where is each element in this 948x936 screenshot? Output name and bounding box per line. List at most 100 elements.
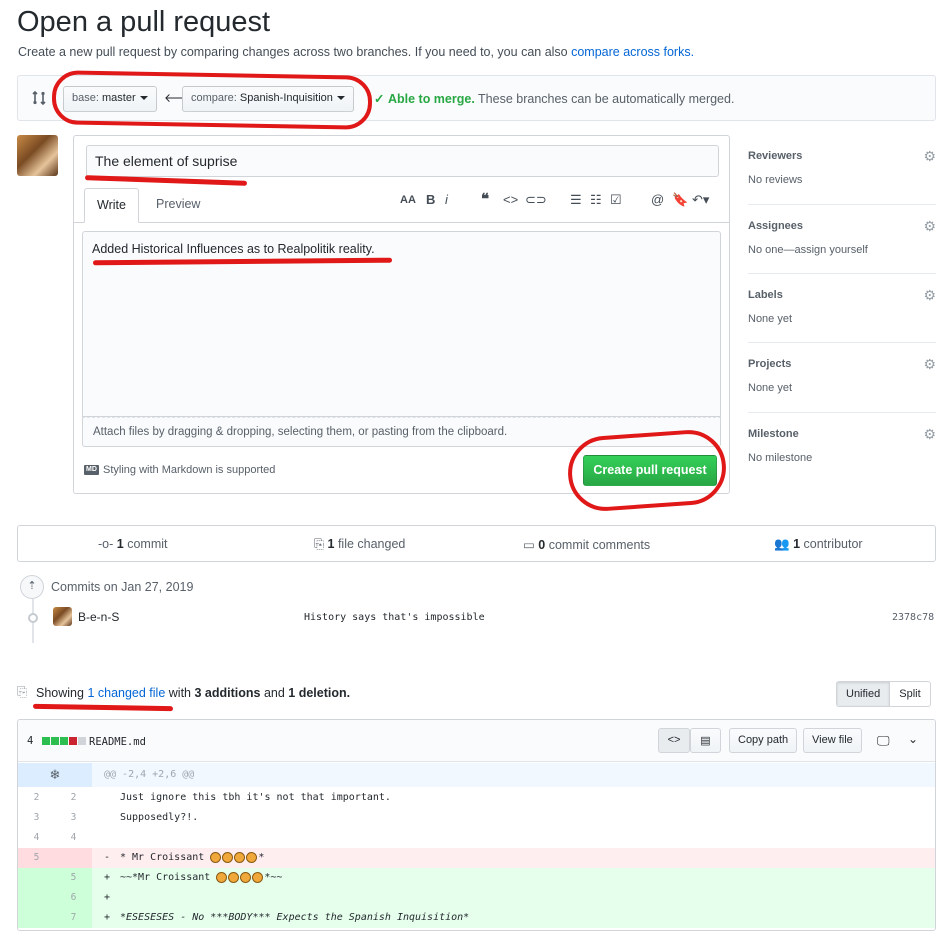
croissant-emoji-icon xyxy=(240,871,252,883)
quote-icon[interactable]: ❝ xyxy=(481,190,489,208)
line-sign: + xyxy=(104,892,111,903)
new-line-number[interactable]: 4 xyxy=(55,828,92,848)
old-line-number[interactable]: 3 xyxy=(18,808,55,828)
avatar[interactable] xyxy=(17,135,58,176)
diff-stat-add xyxy=(51,737,59,745)
diff-line-added: 5 + ~~*Mr Croissant *~~ xyxy=(18,868,935,888)
merge-text: These branches can be automatically merg… xyxy=(478,92,735,106)
diff-stat-delete xyxy=(69,737,77,745)
commit-message[interactable]: History says that's impossible xyxy=(304,612,485,623)
new-line-number[interactable]: 7 xyxy=(55,908,92,928)
reply-icon[interactable]: ↶▾ xyxy=(692,192,709,208)
page-subtitle: Create a new pull request by comparing c… xyxy=(18,45,694,59)
commit-sha[interactable]: 2378c78 xyxy=(892,612,934,623)
old-line-number[interactable]: 4 xyxy=(18,828,55,848)
commits-count: 1 xyxy=(116,537,124,551)
bold-icon[interactable]: B xyxy=(426,192,435,207)
new-line-number[interactable]: 2 xyxy=(55,788,92,808)
sidebar-heading: Milestone xyxy=(748,428,799,440)
italic-icon[interactable]: i xyxy=(445,192,448,207)
diff-line-added: 7 + *ESESESES - No ***BODY*** Expects the … xyxy=(18,908,935,928)
page-title: Open a pull request xyxy=(17,6,271,38)
sidebar-value: No milestone xyxy=(748,452,813,464)
annotation-underline-changed-file xyxy=(32,703,174,712)
files-count: 1 xyxy=(327,537,335,551)
numbered-list-icon[interactable]: ☷ xyxy=(590,192,602,208)
file-header: 4 README.md <> ▤ Copy path View file 🖵 ⌄ xyxy=(18,720,935,762)
desktop-icon[interactable]: 🖵 xyxy=(877,733,890,749)
sidebar-labels[interactable]: Labels None yet ⚙ xyxy=(748,287,936,343)
rich-view-icon[interactable]: ▤ xyxy=(690,728,721,753)
and-text: and xyxy=(263,686,285,700)
new-line-number[interactable]: 5 xyxy=(55,868,92,888)
file-diff-icon: ⎘ xyxy=(17,684,28,699)
comment-icon: ▭ xyxy=(523,538,535,552)
bullet-list-icon[interactable]: ☰ xyxy=(570,192,582,208)
sidebar-heading: Assignees xyxy=(748,220,804,232)
expand-icon[interactable]: ❄ xyxy=(18,763,92,787)
copy-path-button[interactable]: Copy path xyxy=(729,728,798,753)
files-tab[interactable]: ⎘ 1 file changed xyxy=(314,537,405,552)
commits-tab[interactable]: -o- 1 commit xyxy=(98,537,167,551)
compare-arrows-icon xyxy=(32,90,46,106)
new-line-number[interactable]: 3 xyxy=(55,808,92,828)
comments-count: 0 xyxy=(538,538,546,552)
code-icon[interactable]: <> xyxy=(503,192,518,207)
old-line-number[interactable]: 2 xyxy=(18,788,55,808)
unified-button[interactable]: Unified xyxy=(837,682,891,706)
markdown-icon: MD xyxy=(84,465,99,476)
merge-status: ✓ Able to merge. These branches can be a… xyxy=(374,91,734,106)
diff-stat-neutral xyxy=(78,737,86,745)
line-code-wrap: * Mr Croissant * xyxy=(120,851,265,863)
croissant-emoji-icon xyxy=(234,851,246,863)
changed-files-link[interactable]: 1 changed file xyxy=(87,686,165,700)
view-file-button[interactable]: View file xyxy=(803,728,862,753)
compare-forks-link[interactable]: compare across forks. xyxy=(571,45,694,59)
gear-icon[interactable]: ⚙ xyxy=(923,356,936,373)
annotation-circle-branches xyxy=(51,70,373,130)
new-line-number[interactable] xyxy=(55,848,92,868)
markdown-note[interactable]: MD Styling with Markdown is supported xyxy=(84,464,275,476)
header-icon[interactable]: AA xyxy=(400,194,416,206)
diff-count: 4 xyxy=(27,735,34,747)
gear-icon[interactable]: ⚙ xyxy=(923,148,936,165)
comments-label: commit comments xyxy=(548,538,651,552)
old-line-number[interactable]: 5 xyxy=(18,848,55,868)
commit-author-avatar[interactable] xyxy=(53,607,72,626)
showing-summary: Showing 1 changed file with 3 additions … xyxy=(36,686,350,700)
sidebar-heading: Projects xyxy=(748,358,792,370)
old-line-number[interactable] xyxy=(18,888,55,908)
title-input[interactable] xyxy=(86,145,719,177)
with-text: with xyxy=(168,686,191,700)
sidebar-assignees[interactable]: Assignees No one—assign yourself ⚙ xyxy=(748,218,936,274)
sidebar-projects[interactable]: Projects None yet ⚙ xyxy=(748,356,936,413)
mention-icon[interactable]: @ xyxy=(651,192,664,207)
comments-tab[interactable]: ▭ 0 commit comments xyxy=(523,537,650,552)
commit-author[interactable]: B-e-n-S xyxy=(78,610,119,624)
task-list-icon[interactable]: ☑ xyxy=(610,192,622,208)
contributors-tab[interactable]: 👥 1 contributor xyxy=(774,537,863,552)
split-button[interactable]: Split xyxy=(890,682,929,706)
file-name[interactable]: README.md xyxy=(89,736,146,748)
sidebar-milestone[interactable]: Milestone No milestone ⚙ xyxy=(748,426,936,473)
bookmark-icon[interactable]: 🔖 xyxy=(672,192,688,208)
croissant-emoji-icon xyxy=(210,851,222,863)
link-icon[interactable]: ⊂⊃ xyxy=(525,192,547,208)
diff-line-deleted: 5 - * Mr Croissant * xyxy=(18,848,935,868)
tab-preview[interactable]: Preview xyxy=(144,188,212,223)
diff-line: 33 Supposedly?!. xyxy=(18,808,935,828)
file-diff-icon: ⎘ xyxy=(314,537,325,551)
old-line-number[interactable] xyxy=(18,868,55,888)
new-line-number[interactable]: 6 xyxy=(55,888,92,908)
gear-icon[interactable]: ⚙ xyxy=(923,218,936,235)
check-icon: ✓ xyxy=(374,92,385,106)
source-view-icon[interactable]: <> xyxy=(658,728,690,753)
sidebar-value: None yet xyxy=(748,313,793,325)
gear-icon[interactable]: ⚙ xyxy=(923,287,936,304)
gear-icon[interactable]: ⚙ xyxy=(923,426,936,443)
chevron-down-icon[interactable]: ⌄ xyxy=(908,732,918,746)
sidebar-reviewers[interactable]: Reviewers No reviews ⚙ xyxy=(748,148,936,205)
old-line-number[interactable] xyxy=(18,908,55,928)
annotation-circle-create-button xyxy=(565,427,729,514)
tab-write[interactable]: Write xyxy=(84,188,139,223)
